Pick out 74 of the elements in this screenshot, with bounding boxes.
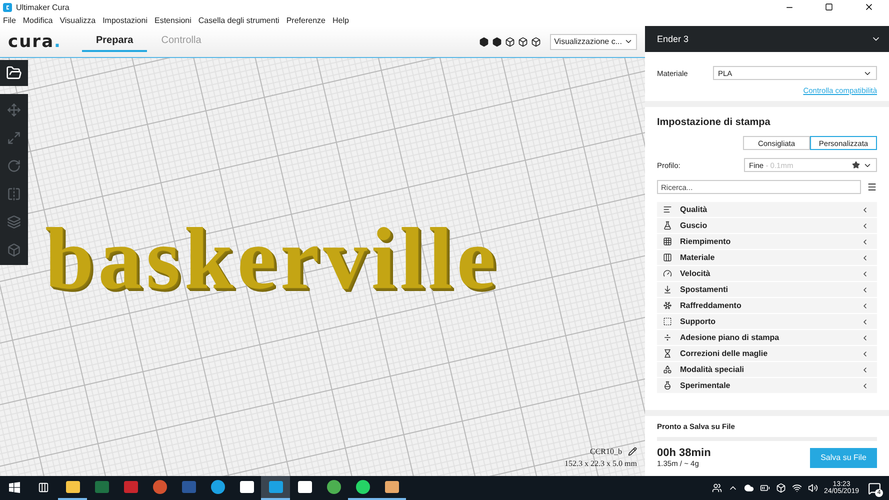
- menu-item[interactable]: Estensioni: [154, 16, 192, 24]
- volume-icon[interactable]: [808, 483, 818, 493]
- grid-icon: [663, 237, 672, 246]
- flask-icon: [663, 381, 672, 390]
- menu-item[interactable]: Help: [332, 16, 349, 24]
- settings-category[interactable]: Raffreddamento: [657, 298, 877, 313]
- windows-logo-icon: [9, 482, 20, 492]
- menu-item[interactable]: File: [3, 16, 16, 24]
- shapes-icon: [663, 365, 672, 374]
- box-icon[interactable]: [776, 483, 786, 493]
- chevron-down-icon: [624, 37, 633, 46]
- settings-category[interactable]: Velocità: [657, 266, 877, 281]
- settings-category[interactable]: Riempimento: [657, 234, 877, 249]
- model-dimensions: 152.3 x 22.3 x 5.0 mm: [564, 459, 637, 468]
- settings-category[interactable]: Spostamenti: [657, 282, 877, 297]
- star-icon: [852, 161, 860, 169]
- layers-icon: [7, 214, 21, 228]
- view-cube-icon[interactable]: [531, 36, 542, 46]
- open-file-button[interactable]: [0, 60, 28, 86]
- menu-icon[interactable]: [867, 182, 877, 192]
- close-icon: [864, 2, 874, 12]
- view-cube-icon[interactable]: [505, 36, 516, 46]
- arrow-down-icon: [663, 285, 672, 294]
- folder-icon: [6, 65, 22, 81]
- settings-category[interactable]: Guscio: [657, 218, 877, 233]
- hourglass-icon: [663, 349, 672, 358]
- menu-item[interactable]: Modifica: [22, 16, 53, 24]
- move-icon: [7, 102, 21, 116]
- menu-item[interactable]: Casella degli strumenti: [198, 16, 280, 24]
- wifi-icon[interactable]: [792, 483, 802, 493]
- settings-category[interactable]: Adesione piano di stampa: [657, 330, 877, 345]
- settings-category[interactable]: Sperimentale: [657, 378, 877, 393]
- section-title: Impostazione di stampa: [657, 117, 772, 128]
- menu-item[interactable]: Visualizza: [60, 16, 96, 24]
- battery-icon[interactable]: [760, 483, 770, 493]
- cube-icon: [492, 36, 502, 46]
- settings-category[interactable]: Modalità speciali: [657, 362, 877, 377]
- people-icon[interactable]: [712, 483, 722, 493]
- rotate-icon: [7, 158, 21, 172]
- view-mode-dropdown[interactable]: Visualizzazione c...: [550, 34, 637, 50]
- dashed-square-icon: [663, 317, 672, 326]
- mirror-icon: [7, 186, 21, 200]
- settings-category[interactable]: Correzioni delle maglie: [657, 346, 877, 361]
- edit-icon[interactable]: [628, 447, 637, 456]
- cura-logo: cura.: [8, 32, 63, 52]
- cloud-icon[interactable]: [744, 483, 754, 493]
- cube-icon: [518, 36, 528, 46]
- gauge-icon: [663, 269, 672, 278]
- menu-item[interactable]: Impostazioni: [102, 16, 148, 24]
- scale-icon: [7, 130, 21, 144]
- view-cube-icon[interactable]: [492, 36, 502, 46]
- maximize-icon: [825, 3, 833, 11]
- settings-category[interactable]: Materiale: [657, 250, 877, 265]
- view-cube-icon[interactable]: [518, 36, 528, 46]
- print-time: 00h 38min: [657, 447, 711, 459]
- view-cube-icon[interactable]: [479, 36, 490, 46]
- window-title: Ultimaker Cura: [16, 2, 70, 12]
- tab[interactable]: Prepara: [82, 31, 148, 52]
- task-view-icon: [38, 482, 49, 492]
- bars-icon: [663, 205, 672, 214]
- settings-category[interactable]: Qualità: [657, 202, 877, 217]
- printer-selector[interactable]: Ender 3: [645, 26, 889, 52]
- divide-icon: [663, 333, 672, 342]
- cube-icon: [479, 36, 490, 46]
- model-name: CCR10_b: [590, 447, 622, 456]
- cube-icon: [531, 36, 542, 46]
- flask-icon: [663, 221, 672, 230]
- settings-category[interactable]: Supporto: [657, 314, 877, 329]
- menu-item[interactable]: Preferenze: [286, 16, 326, 24]
- snowflake-icon: [663, 301, 672, 310]
- app-logo-icon: [3, 2, 12, 12]
- box-icon: [7, 242, 21, 256]
- cube-icon: [505, 36, 516, 46]
- columns-icon: [663, 253, 672, 262]
